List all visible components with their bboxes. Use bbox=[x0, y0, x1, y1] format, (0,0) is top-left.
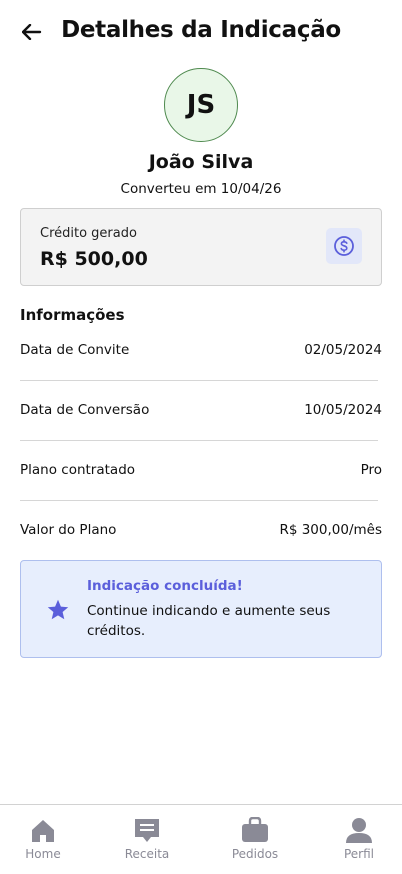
info-label: Data de Conversão bbox=[20, 402, 150, 418]
avatar-initials: JS bbox=[186, 90, 216, 120]
bottom-tab-bar: Home Receita Pedidos Perfil bbox=[0, 804, 402, 874]
credit-label: Crédito gerado bbox=[40, 226, 137, 241]
divider bbox=[20, 500, 378, 501]
credit-card: Crédito gerado R$ 500,00 bbox=[20, 208, 382, 286]
user-icon bbox=[345, 816, 373, 844]
referral-name: João Silva bbox=[148, 151, 254, 173]
info-row-invite-date: Data de Convite 02/05/2024 bbox=[20, 342, 382, 362]
tab-pedidos[interactable]: Pedidos bbox=[215, 805, 295, 874]
tab-label: Pedidos bbox=[231, 847, 279, 861]
divider bbox=[20, 440, 378, 441]
info-value: 02/05/2024 bbox=[304, 342, 382, 358]
converted-date: Converteu em 10/04/26 bbox=[120, 181, 282, 197]
tab-label: Receita bbox=[124, 847, 170, 861]
info-label: Valor do Plano bbox=[20, 522, 117, 538]
star-icon bbox=[47, 599, 69, 620]
divider bbox=[20, 380, 378, 381]
home-icon bbox=[29, 816, 57, 844]
info-value: Pro bbox=[360, 462, 382, 478]
tab-receita[interactable]: Receita bbox=[107, 805, 187, 874]
tab-home[interactable]: Home bbox=[3, 805, 83, 874]
tab-perfil[interactable]: Perfil bbox=[319, 805, 399, 874]
shopping-bag-icon bbox=[241, 816, 269, 844]
notice-text: Continue indicando e aumente seus crédit… bbox=[87, 603, 331, 639]
info-label: Plano contratado bbox=[20, 462, 136, 478]
tab-label: Home bbox=[25, 847, 61, 861]
info-value: 10/05/2024 bbox=[304, 402, 382, 418]
completion-notice: Indicação concluída! Continue indicando … bbox=[20, 560, 382, 658]
credit-icon-box bbox=[326, 228, 362, 264]
receipt-icon bbox=[133, 816, 161, 844]
info-row-plan: Plano contratado Pro bbox=[20, 462, 382, 482]
info-row-conversion-date: Data de Conversão 10/05/2024 bbox=[20, 402, 382, 422]
info-label: Data de Convite bbox=[20, 342, 130, 358]
info-row-plan-value: Valor do Plano R$ 300,00/mês bbox=[20, 522, 382, 542]
top-header: Detalhes da Indicação bbox=[0, 0, 402, 64]
info-value: R$ 300,00/mês bbox=[279, 522, 382, 538]
info-section-title: Informações bbox=[20, 306, 125, 324]
notice-title: Indicação concluída! bbox=[87, 578, 243, 594]
dollar-coin-icon bbox=[334, 236, 354, 256]
tab-label: Perfil bbox=[343, 847, 375, 861]
credit-value: R$ 500,00 bbox=[40, 248, 148, 270]
avatar: JS bbox=[164, 68, 238, 142]
page-title: Detalhes da Indicação bbox=[61, 17, 341, 43]
